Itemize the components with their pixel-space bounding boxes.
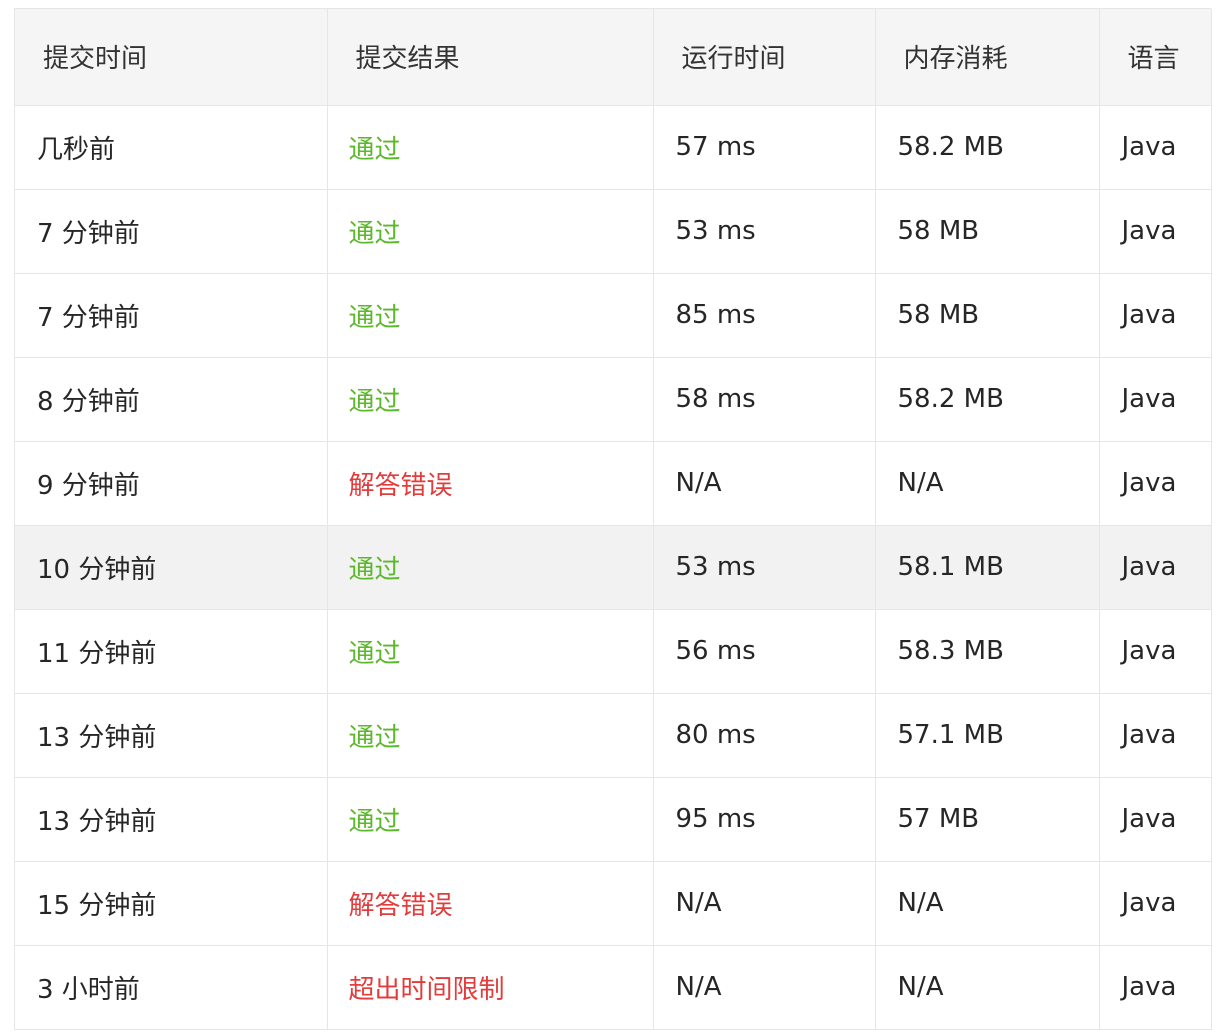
language-cell: Java [1099,357,1212,442]
table-row[interactable]: 7 分钟前 通过 85 ms 58 MB Java [15,273,1212,358]
submit-time-cell: 11 分钟前 [15,609,328,694]
language-cell: Java [1099,189,1212,274]
table-row[interactable]: 几秒前 通过 57 ms 58.2 MB Java [15,105,1212,190]
submit-result-link[interactable]: 解答错误 [349,471,453,501]
submit-time-cell: 3 小时前 [15,945,328,1030]
runtime-cell: N/A [653,861,876,946]
table-row[interactable]: 13 分钟前 通过 95 ms 57 MB Java [15,777,1212,862]
submit-result-cell: 通过 [327,525,654,610]
language-cell: Java [1099,273,1212,358]
submit-result-link[interactable]: 通过 [349,555,401,585]
submit-time-cell: 7 分钟前 [15,273,328,358]
header-submit-result[interactable]: 提交结果 [327,9,654,106]
submit-time-cell: 13 分钟前 [15,693,328,778]
header-row: 提交时间 提交结果 运行时间 内存消耗 语言 [15,9,1212,106]
header-language[interactable]: 语言 [1099,9,1212,106]
submit-result-link[interactable]: 通过 [349,135,401,165]
table-row[interactable]: 15 分钟前 解答错误 N/A N/A Java [15,861,1212,946]
submit-result-cell: 通过 [327,777,654,862]
runtime-cell: 80 ms [653,693,876,778]
language-cell: Java [1099,861,1212,946]
language-cell: Java [1099,693,1212,778]
memory-cell: 57 MB [875,777,1100,862]
submit-result-link[interactable]: 超出时间限制 [349,975,505,1005]
language-cell: Java [1099,525,1212,610]
runtime-cell: 53 ms [653,189,876,274]
submit-time-cell: 10 分钟前 [15,525,328,610]
submit-result-cell: 解答错误 [327,441,654,526]
table-row[interactable]: 13 分钟前 通过 80 ms 57.1 MB Java [15,693,1212,778]
language-cell: Java [1099,945,1212,1030]
runtime-cell: 85 ms [653,273,876,358]
language-cell: Java [1099,105,1212,190]
table-header: 提交时间 提交结果 运行时间 内存消耗 语言 [15,9,1212,106]
submit-result-cell: 通过 [327,189,654,274]
header-submit-time[interactable]: 提交时间 [15,9,328,106]
submit-result-cell: 解答错误 [327,861,654,946]
submit-result-link[interactable]: 通过 [349,219,401,249]
table-row[interactable]: 8 分钟前 通过 58 ms 58.2 MB Java [15,357,1212,442]
submissions-table: 提交时间 提交结果 运行时间 内存消耗 语言 几秒前 通过 57 ms 58.2 MB… [15,9,1212,1030]
runtime-cell: 57 ms [653,105,876,190]
language-cell: Java [1099,777,1212,862]
memory-cell: 57.1 MB [875,693,1100,778]
table-body: 几秒前 通过 57 ms 58.2 MB Java 7 分钟前 通过 53 ms 58 MB Ja… [15,105,1212,1030]
memory-cell: N/A [875,441,1100,526]
submit-time-cell: 13 分钟前 [15,777,328,862]
memory-cell: 58.3 MB [875,609,1100,694]
submit-result-link[interactable]: 通过 [349,723,401,753]
table-row[interactable]: 9 分钟前 解答错误 N/A N/A Java [15,441,1212,526]
table-row[interactable]: 7 分钟前 通过 53 ms 58 MB Java [15,189,1212,274]
table-row[interactable]: 3 小时前 超出时间限制 N/A N/A Java [15,945,1212,1030]
submit-result-link[interactable]: 通过 [349,639,401,669]
submit-result-link[interactable]: 解答错误 [349,891,453,921]
submit-result-cell: 超出时间限制 [327,945,654,1030]
header-runtime[interactable]: 运行时间 [653,9,876,106]
submit-result-cell: 通过 [327,357,654,442]
language-cell: Java [1099,441,1212,526]
submissions-table-container: 提交时间 提交结果 运行时间 内存消耗 语言 几秒前 通过 57 ms 58.2 MB… [14,8,1212,1030]
header-memory[interactable]: 内存消耗 [875,9,1100,106]
submit-time-cell: 15 分钟前 [15,861,328,946]
language-cell: Java [1099,609,1212,694]
submit-result-cell: 通过 [327,105,654,190]
table-row[interactable]: 11 分钟前 通过 56 ms 58.3 MB Java [15,609,1212,694]
memory-cell: 58.1 MB [875,525,1100,610]
runtime-cell: N/A [653,945,876,1030]
runtime-cell: 53 ms [653,525,876,610]
submit-time-cell: 几秒前 [15,105,328,190]
submit-result-cell: 通过 [327,693,654,778]
memory-cell: 58 MB [875,189,1100,274]
runtime-cell: 56 ms [653,609,876,694]
submit-result-link[interactable]: 通过 [349,303,401,333]
runtime-cell: 95 ms [653,777,876,862]
runtime-cell: N/A [653,441,876,526]
submit-result-link[interactable]: 通过 [349,387,401,417]
memory-cell: N/A [875,861,1100,946]
submit-result-cell: 通过 [327,273,654,358]
runtime-cell: 58 ms [653,357,876,442]
submit-time-cell: 9 分钟前 [15,441,328,526]
memory-cell: 58 MB [875,273,1100,358]
memory-cell: 58.2 MB [875,105,1100,190]
memory-cell: 58.2 MB [875,357,1100,442]
memory-cell: N/A [875,945,1100,1030]
table-row[interactable]: 10 分钟前 通过 53 ms 58.1 MB Java [15,525,1212,610]
submit-time-cell: 7 分钟前 [15,189,328,274]
submit-time-cell: 8 分钟前 [15,357,328,442]
submit-result-cell: 通过 [327,609,654,694]
submit-result-link[interactable]: 通过 [349,807,401,837]
